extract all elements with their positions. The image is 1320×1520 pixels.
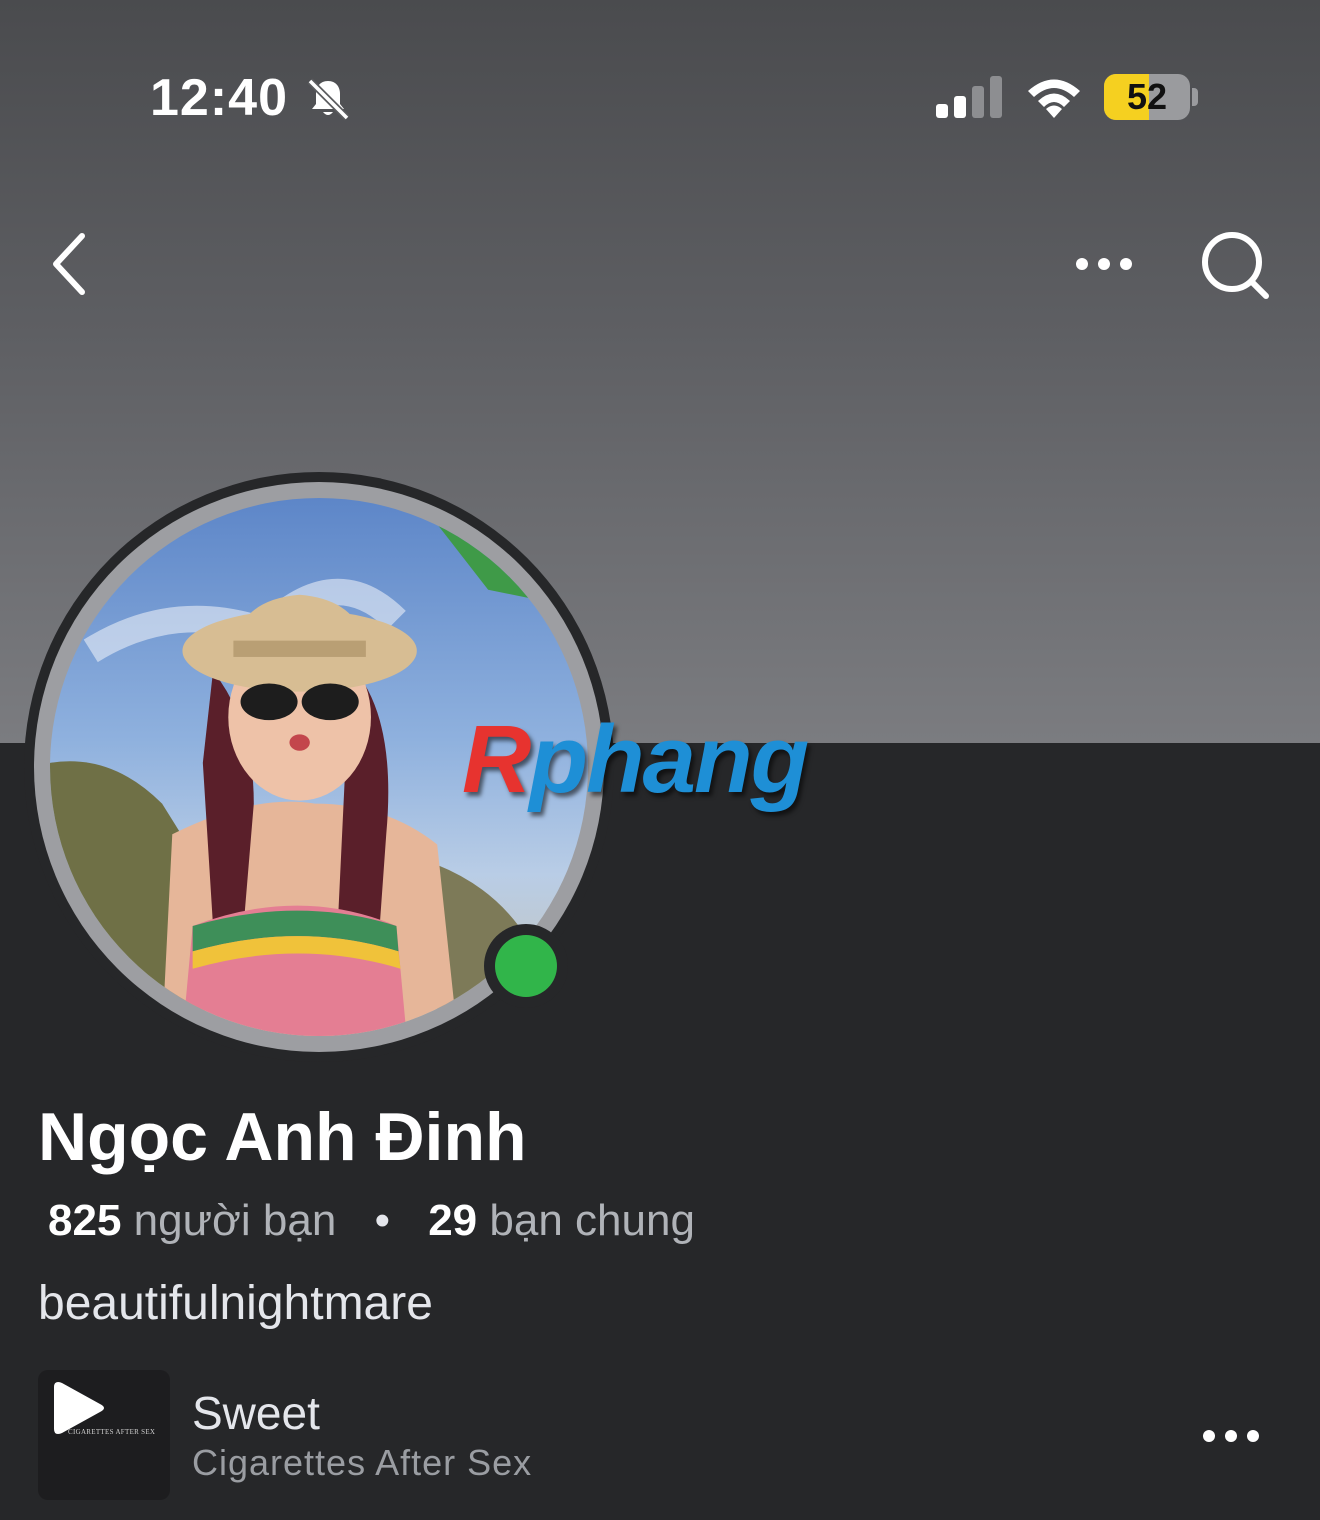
online-dot	[495, 935, 557, 997]
status-time: 12:40	[150, 69, 288, 127]
more-horizontal-icon[interactable]	[1198, 1414, 1264, 1458]
search-icon[interactable]	[1196, 226, 1276, 306]
album-art-text: CIGARETTES AFTER SEX	[68, 1428, 156, 1436]
friends-summary[interactable]: 825 người bạn • 29 bạn chung	[48, 1196, 695, 1246]
watermark-part1: R	[462, 706, 531, 813]
friends-count: 825	[48, 1196, 122, 1245]
chevron-left-icon[interactable]	[40, 226, 110, 302]
song-title[interactable]: Sweet	[192, 1386, 320, 1440]
bell-slash-icon	[307, 78, 350, 121]
mutual-friends-label: bạn chung	[489, 1196, 695, 1245]
watermark-part2: phang	[529, 706, 809, 813]
friends-label: người bạn	[133, 1196, 337, 1245]
song-artist[interactable]: Cigarettes After Sex	[192, 1442, 532, 1484]
online-status-indicator	[484, 924, 568, 1008]
profile-name: Ngọc Anh Đinh	[38, 1099, 527, 1175]
profile-bio: beautifulnightmare	[38, 1277, 433, 1330]
battery-icon: 52	[1104, 74, 1190, 120]
music-album-art[interactable]: CIGARETTES AFTER SEX	[38, 1370, 170, 1500]
watermark-logo: Rphang	[462, 705, 809, 815]
battery-cap	[1192, 88, 1198, 106]
separator-dot: •	[374, 1196, 390, 1245]
more-horizontal-icon[interactable]	[1068, 236, 1140, 292]
wifi-icon	[1028, 79, 1080, 118]
cellular-signal-icon	[936, 76, 1002, 118]
mutual-friends-count: 29	[428, 1196, 478, 1245]
battery-level: 52	[1126, 76, 1168, 117]
